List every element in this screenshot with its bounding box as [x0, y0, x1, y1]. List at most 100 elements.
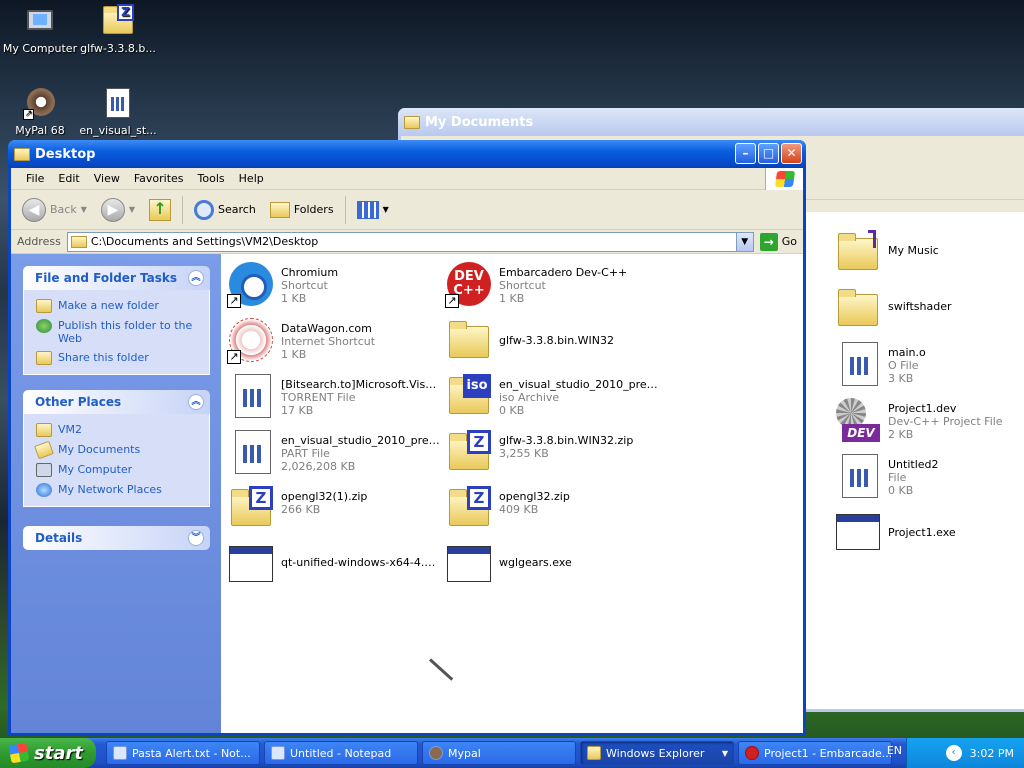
- place-my-computer[interactable]: My Computer: [36, 460, 209, 480]
- file-item[interactable]: glfw-3.3.8.bin.WIN32: [445, 316, 660, 368]
- desktop-icon-en-visual-studio[interactable]: en_visual_st...: [78, 86, 158, 137]
- file-name: qt-unified-windows-x64-4.5.1...: [281, 556, 441, 569]
- file-item[interactable]: ↗ DataWagon.com Internet Shortcut 1 KB: [227, 316, 442, 368]
- task-pane: File and Folder Tasks ︽ Make a new folde…: [11, 254, 221, 733]
- desktop-icon-label: MyPal 68: [15, 124, 65, 137]
- back-label: Back: [50, 203, 77, 216]
- desktop-icon-my-computer[interactable]: My Computer: [0, 4, 80, 55]
- file-name: [Bitsearch.to]Microsoft.Visual....: [281, 378, 441, 391]
- desktop-icon-mypal[interactable]: ↗ MyPal 68: [0, 86, 80, 137]
- file-name: opengl32.zip: [499, 490, 570, 503]
- panel-header[interactable]: File and Folder Tasks ︽: [23, 266, 210, 290]
- desktop-icon-glfw-zip[interactable]: Z glfw-3.3.8.b...: [78, 4, 158, 55]
- file-item[interactable]: DEV C++ ↗ Embarcadero Dev-C++ Shortcut 1 K…: [445, 260, 660, 312]
- place-my-documents[interactable]: My Documents: [34, 440, 209, 460]
- collapse-chevron-icon[interactable]: ︽: [188, 270, 204, 286]
- file-item[interactable]: DEV Project1.dev Dev-C++ Project File 2 …: [834, 396, 1024, 448]
- menu-view[interactable]: View: [87, 169, 127, 188]
- file-item[interactable]: Z opengl32(1).zip 266 KB: [227, 484, 442, 536]
- tray-expand-icon[interactable]: ‹: [945, 745, 962, 761]
- menu-file[interactable]: File: [19, 169, 51, 188]
- file-item[interactable]: Z glfw-3.3.8.bin.WIN32.zip 3,255 KB: [445, 428, 660, 480]
- file-item[interactable]: qt-unified-windows-x64-4.5.1...: [227, 540, 442, 592]
- share-folder-icon: [36, 351, 52, 365]
- file-item[interactable]: en_visual_studio_2010_premi... PART File…: [227, 428, 442, 480]
- taskbar-item-pasta-alert[interactable]: Pasta Alert.txt - Not...: [106, 741, 260, 765]
- go-button[interactable]: → Go: [759, 232, 797, 251]
- desktop-icon-label: en_visual_st...: [79, 124, 157, 137]
- menu-edit[interactable]: Edit: [51, 169, 86, 188]
- clock[interactable]: 3:02 PM: [970, 747, 1014, 760]
- file-size: 1 KB: [281, 348, 307, 361]
- maximize-button[interactable]: □: [758, 143, 779, 164]
- file-item[interactable]: Project1.exe: [834, 508, 1024, 560]
- panel-header[interactable]: Details ︾: [23, 526, 210, 550]
- task-make-new-folder[interactable]: Make a new folder: [36, 296, 209, 316]
- back-button[interactable]: ◀ Back ▼: [17, 194, 92, 226]
- file-list-view: ↗ Chromium Shortcut 1 KB DEV C++ ↗ Embarca…: [221, 254, 803, 733]
- taskbar-item-untitled-notepad[interactable]: Untitled - Notepad: [264, 741, 418, 765]
- exe-icon: [445, 540, 493, 588]
- place-vm2[interactable]: VM2: [36, 420, 209, 440]
- address-dropdown-button[interactable]: ▼: [735, 232, 753, 251]
- search-icon: [194, 199, 215, 220]
- taskbar-item-project1-embarcadero[interactable]: Project1 - Embarcade...: [738, 741, 892, 765]
- file-item[interactable]: iso en_visual_studio_2010_premi... iso A…: [445, 372, 660, 424]
- file-item[interactable]: Z opengl32.zip 409 KB: [445, 484, 660, 536]
- chromium-icon: ↗: [227, 260, 275, 308]
- file-item[interactable]: [Bitsearch.to]Microsoft.Visual.... TORRE…: [227, 372, 442, 424]
- file-size: 2 KB: [888, 428, 914, 441]
- minimize-button[interactable]: –: [735, 143, 756, 164]
- desktop-window-titlebar[interactable]: Desktop – □ ✕: [8, 140, 806, 168]
- file-type: iso Archive: [499, 391, 560, 404]
- document-icon: [227, 372, 275, 420]
- folders-button[interactable]: Folders: [265, 194, 339, 226]
- language-indicator[interactable]: EN: [887, 744, 902, 757]
- task-label: Mypal: [448, 746, 481, 760]
- menu-tools[interactable]: Tools: [191, 169, 232, 188]
- start-button[interactable]: start: [0, 738, 96, 768]
- file-name: Untitled2: [888, 458, 939, 471]
- forward-button[interactable]: ▶ ▼: [96, 194, 140, 226]
- task-publish-folder[interactable]: Publish this folder to the Web: [36, 316, 209, 348]
- file-item[interactable]: ↗ Chromium Shortcut 1 KB: [227, 260, 442, 312]
- zip-folder-icon: Z: [227, 484, 275, 532]
- file-name: Embarcadero Dev-C++: [499, 266, 628, 279]
- file-item[interactable]: Untitled2 File 0 KB: [834, 452, 1024, 504]
- menu-help[interactable]: Help: [232, 169, 271, 188]
- address-label: Address: [17, 235, 61, 248]
- place-my-network-places[interactable]: My Network Places: [36, 480, 209, 500]
- file-size: 1 KB: [281, 292, 307, 305]
- file-item[interactable]: wglgears.exe: [445, 540, 660, 592]
- my-computer-icon: [36, 463, 52, 477]
- music-folder-icon: [834, 228, 882, 276]
- file-size: 0 KB: [499, 404, 525, 417]
- file-item[interactable]: swiftshader: [834, 284, 1024, 336]
- file-name: My Music: [888, 244, 939, 257]
- internet-shortcut-icon: ↗: [227, 316, 275, 364]
- search-button[interactable]: Search: [189, 194, 261, 226]
- file-type: Internet Shortcut: [281, 335, 376, 348]
- task-label: Publish this folder to the Web: [58, 319, 193, 345]
- place-label: VM2: [58, 423, 83, 436]
- file-item[interactable]: My Music: [834, 228, 1024, 280]
- my-documents-titlebar[interactable]: My Documents: [398, 108, 1024, 136]
- folders-label: Folders: [293, 203, 334, 216]
- task-share-folder[interactable]: Share this folder: [36, 348, 209, 368]
- desktop-explorer-window[interactable]: Desktop – □ ✕ File Edit View Favorites T…: [8, 140, 806, 736]
- back-arrow-icon: ◀: [22, 197, 46, 222]
- menu-favorites[interactable]: Favorites: [127, 169, 191, 188]
- taskbar-item-windows-explorer[interactable]: Windows Explorer ▼: [580, 741, 734, 765]
- task-label: Untitled - Notepad: [290, 746, 392, 760]
- panel-header[interactable]: Other Places ︽: [23, 390, 210, 414]
- file-item[interactable]: main.o O File 3 KB: [834, 340, 1024, 392]
- file-size: 266 KB: [281, 503, 321, 516]
- expand-chevron-icon[interactable]: ︾: [188, 530, 204, 546]
- address-input[interactable]: C:\Documents and Settings\VM2\Desktop ▼: [66, 231, 754, 252]
- views-button[interactable]: ▼: [352, 194, 394, 226]
- collapse-chevron-icon[interactable]: ︽: [188, 394, 204, 410]
- close-button[interactable]: ✕: [781, 143, 802, 164]
- file-folder-tasks-panel: File and Folder Tasks ︽ Make a new folde…: [23, 266, 210, 375]
- taskbar-item-mypal[interactable]: Mypal: [422, 741, 576, 765]
- up-folder-button[interactable]: ↑: [144, 194, 176, 226]
